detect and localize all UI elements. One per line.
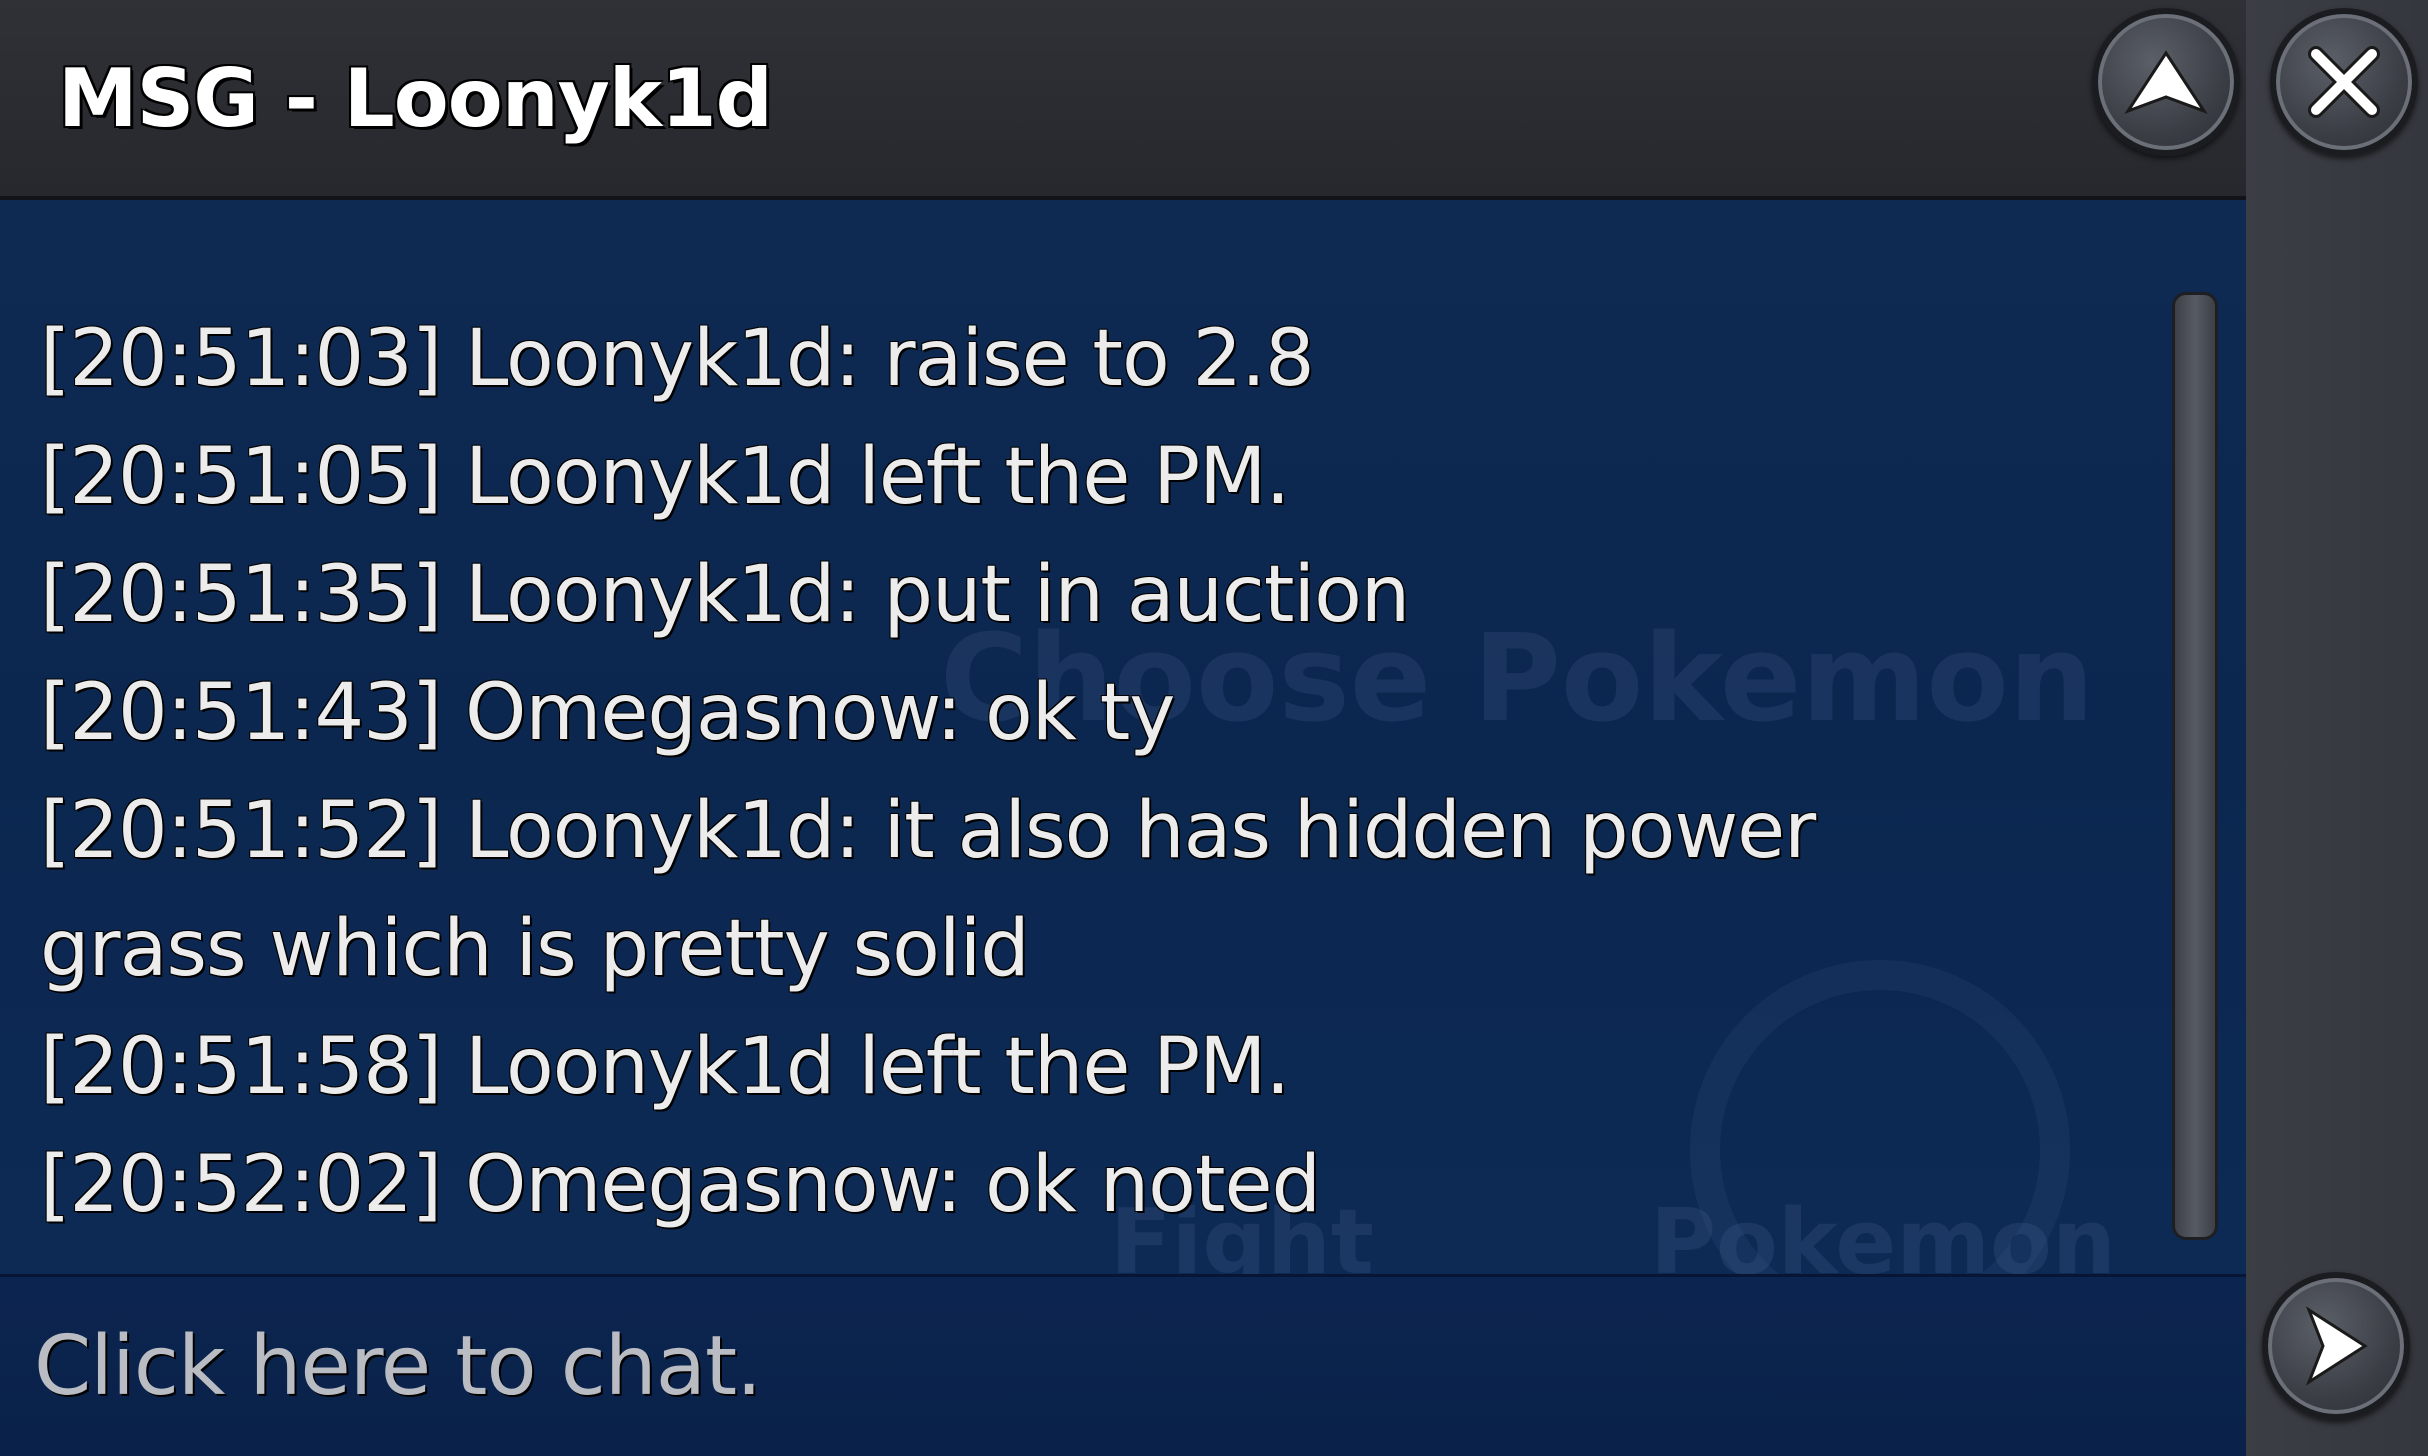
- minimize-button[interactable]: [2092, 8, 2240, 156]
- triangle-right-icon: [2305, 1306, 2368, 1386]
- close-button[interactable]: [2270, 8, 2418, 156]
- message-list: [20:51:03] Loonyk1d: raise to 2.8 [20:51…: [40, 300, 2140, 1244]
- window-side-strip: [2246, 0, 2428, 1456]
- close-x-icon: [2308, 46, 2380, 118]
- chat-input[interactable]: Click here to chat.: [0, 1274, 2246, 1456]
- chat-input-placeholder: Click here to chat.: [34, 1319, 762, 1414]
- pm-window: MSG - Loonyk1d Choose Pokemon Fight Poke…: [0, 0, 2428, 1456]
- chat-log-area: Choose Pokemon Fight Pokemon [20:51:03] …: [0, 200, 2246, 1274]
- triangle-up-icon: [2124, 50, 2208, 114]
- send-button[interactable]: [2262, 1272, 2410, 1420]
- window-title: MSG - Loonyk1d: [58, 52, 773, 145]
- chat-message: [20:51:52] Loonyk1d: it also has hidden …: [40, 786, 1816, 994]
- title-bar[interactable]: MSG - Loonyk1d: [0, 0, 2246, 200]
- chat-message: [20:51:03] Loonyk1d: raise to 2.8: [40, 314, 1315, 404]
- chat-scrollbar[interactable]: [2172, 292, 2218, 1240]
- chat-message: [20:51:35] Loonyk1d: put in auction: [40, 550, 1410, 640]
- chat-message: [20:51:43] Omegasnow: ok ty: [40, 668, 1175, 758]
- chat-message: [20:52:02] Omegasnow: ok noted: [40, 1140, 1321, 1230]
- chat-message: [20:51:58] Loonyk1d left the PM.: [40, 1022, 1290, 1112]
- chat-message: [20:51:05] Loonyk1d left the PM.: [40, 432, 1290, 522]
